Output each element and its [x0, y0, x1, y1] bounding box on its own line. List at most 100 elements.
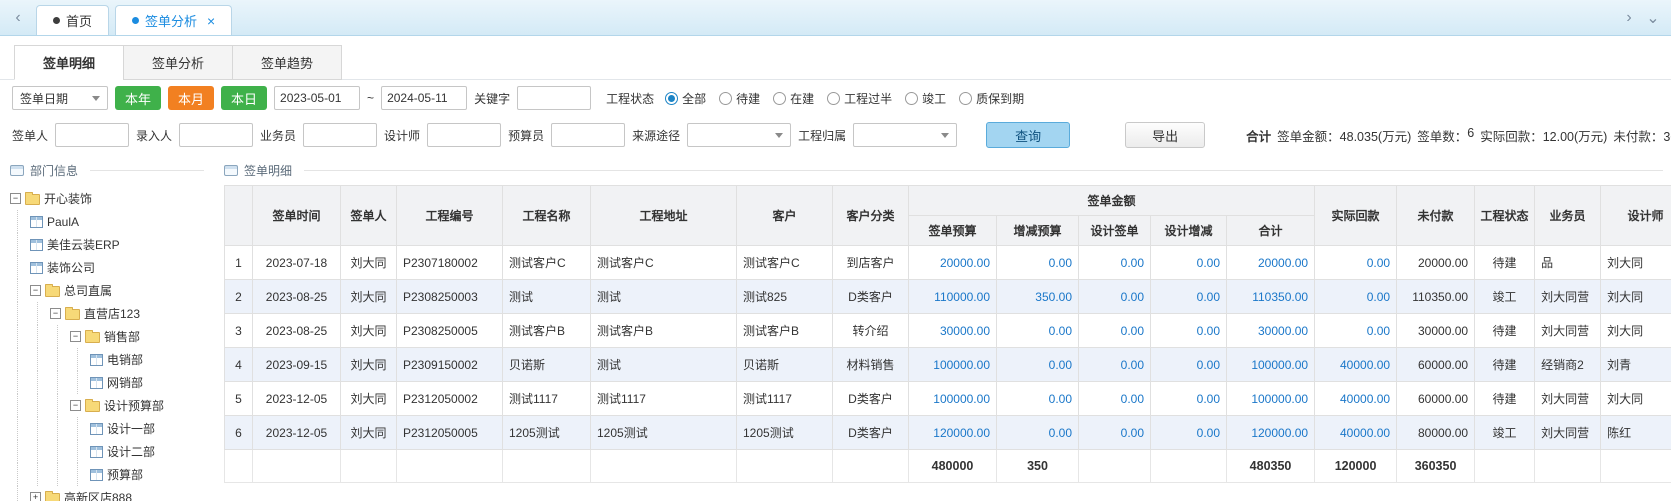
tree-expander-icon[interactable]: − — [30, 285, 41, 296]
tree-item[interactable]: 电销部 — [10, 348, 212, 371]
cell-budget_change: 350.00 — [997, 280, 1079, 314]
recorder-input[interactable] — [179, 123, 253, 147]
total-customer — [737, 450, 833, 483]
cell-signer: 刘大同 — [341, 314, 397, 348]
radio-icon[interactable] — [773, 92, 786, 105]
tree-item-label: 美佳云装ERP — [47, 236, 120, 253]
date-from-input[interactable] — [274, 86, 360, 110]
tree-item[interactable]: −开心装饰 — [10, 187, 212, 210]
cell-budget_change: 0.00 — [997, 382, 1079, 416]
cell-customer_type: D类客户 — [833, 382, 909, 416]
tree-indent — [50, 394, 66, 417]
tab-scroll-left-icon[interactable]: ‹ — [6, 3, 30, 33]
col-design-sign[interactable]: 设计签单 — [1079, 216, 1151, 246]
col-customer[interactable]: 客户 — [737, 186, 833, 246]
status-option-building[interactable]: 在建 — [773, 90, 814, 107]
tree-item-label: 高新区店888 — [64, 489, 132, 501]
col-received[interactable]: 实际回款 — [1315, 186, 1397, 246]
tree-item[interactable]: −设计预算部 — [10, 394, 212, 417]
col-project-no[interactable]: 工程编号 — [397, 186, 503, 246]
table-row[interactable]: 52023-12-05刘大同P2312050002测试1117测试1117测试1… — [225, 382, 1671, 416]
tree-item[interactable]: −直营店123 — [10, 302, 212, 325]
col-signer[interactable]: 签单人 — [341, 186, 397, 246]
tree-item[interactable]: 设计一部 — [10, 417, 212, 440]
status-option-half[interactable]: 工程过半 — [827, 90, 892, 107]
tree-item[interactable]: −销售部 — [10, 325, 212, 348]
radio-icon[interactable] — [827, 92, 840, 105]
col-designer[interactable]: 设计师 — [1601, 186, 1671, 246]
belong-select[interactable] — [853, 123, 957, 147]
this-month-button[interactable]: 本月 — [168, 86, 214, 110]
col-customer-type[interactable]: 客户分类 — [833, 186, 909, 246]
tree-expander-icon[interactable]: + — [30, 492, 41, 501]
status-option-finished[interactable]: 竣工 — [905, 90, 946, 107]
table-row[interactable]: 62023-12-05刘大同P23120500051205测试1205测试120… — [225, 416, 1671, 450]
status-option-warranty[interactable]: 质保到期 — [959, 90, 1024, 107]
cell-design_change: 0.00 — [1151, 280, 1227, 314]
tree-item[interactable]: 预算部 — [10, 463, 212, 486]
table-row[interactable]: 22023-08-25刘大同P2308250003测试测试测试825D类客户11… — [225, 280, 1671, 314]
col-budget[interactable]: 签单预算 — [909, 216, 997, 246]
tree-item[interactable]: −总司直属 — [10, 279, 212, 302]
signer-input[interactable] — [55, 123, 129, 147]
tree-item[interactable]: 设计二部 — [10, 440, 212, 463]
today-button[interactable]: 本日 — [221, 86, 267, 110]
col-address[interactable]: 工程地址 — [591, 186, 737, 246]
col-salesman[interactable]: 业务员 — [1535, 186, 1601, 246]
table-row[interactable]: 42023-09-15刘大同P2309150002贝诺斯测试贝诺斯材料销售100… — [225, 348, 1671, 382]
tab-list-dropdown-icon[interactable]: ⌄ — [1641, 3, 1665, 33]
tree-indent — [70, 371, 86, 394]
radio-icon[interactable] — [959, 92, 972, 105]
tab-sign-detail[interactable]: 签单明细 — [14, 45, 124, 80]
tab-scroll-right-icon[interactable]: › — [1617, 3, 1641, 33]
tab-home[interactable]: 首页 — [36, 5, 109, 35]
folder-icon — [45, 286, 60, 297]
tree-expander-icon[interactable]: − — [50, 308, 61, 319]
tab-sign-trend[interactable]: 签单趋势 — [232, 45, 342, 80]
tree-item[interactable]: 网销部 — [10, 371, 212, 394]
this-year-button[interactable]: 本年 — [115, 86, 161, 110]
date-to-input[interactable] — [381, 86, 467, 110]
col-status[interactable]: 工程状态 — [1475, 186, 1535, 246]
cell-designer: 刘大同 — [1601, 314, 1671, 348]
col-sign-date[interactable]: 签单时间 — [253, 186, 341, 246]
tree-expander-icon[interactable]: − — [70, 331, 81, 342]
radio-icon[interactable] — [905, 92, 918, 105]
designer-input[interactable] — [427, 123, 501, 147]
table-row[interactable]: 32023-08-25刘大同P2308250005测试客户B测试客户B测试客户B… — [225, 314, 1671, 348]
query-button[interactable]: 查询 — [986, 122, 1070, 148]
status-option-pending[interactable]: 待建 — [719, 90, 760, 107]
col-budget-change[interactable]: 增减预算 — [997, 216, 1079, 246]
tree-item-label: 网销部 — [107, 374, 143, 391]
budgeter-input[interactable] — [551, 123, 625, 147]
col-design-change[interactable]: 设计增减 — [1151, 216, 1227, 246]
status-option-all[interactable]: 全部 — [665, 90, 706, 107]
table-row[interactable]: 12023-07-18刘大同P2307180002测试客户C测试客户C测试客户C… — [225, 246, 1671, 280]
col-unpaid[interactable]: 未付款 — [1397, 186, 1475, 246]
radio-icon[interactable] — [719, 92, 732, 105]
radio-checked-icon[interactable] — [665, 92, 678, 105]
total-customer_type — [833, 450, 909, 483]
cell-designer: 刘青 — [1601, 348, 1671, 382]
tree-expander-icon[interactable]: − — [70, 400, 81, 411]
tab-sign-analysis[interactable]: 签单分析 × — [115, 5, 232, 35]
cell-status: 竣工 — [1475, 416, 1535, 450]
cell-design_change: 0.00 — [1151, 314, 1227, 348]
salesman-input[interactable] — [303, 123, 377, 147]
date-type-select-value: 签单日期 — [20, 90, 68, 107]
tab-sign-analysis-sub[interactable]: 签单分析 — [123, 45, 233, 80]
tree-item[interactable]: 美佳云装ERP — [10, 233, 212, 256]
date-type-select[interactable]: 签单日期 — [12, 86, 108, 110]
keyword-input[interactable] — [517, 86, 591, 110]
tree-item[interactable]: PaulA — [10, 210, 212, 233]
tree-item[interactable]: 装饰公司 — [10, 256, 212, 279]
date-separator: ~ — [367, 91, 374, 105]
tree-expander-icon[interactable]: − — [10, 193, 21, 204]
tree-item[interactable]: + 高新区店888 — [10, 486, 212, 501]
col-project-name[interactable]: 工程名称 — [503, 186, 591, 246]
export-button[interactable]: 导出 — [1125, 122, 1205, 148]
source-select[interactable] — [687, 123, 791, 147]
close-tab-icon[interactable]: × — [207, 14, 215, 28]
col-total[interactable]: 合计 — [1227, 216, 1315, 246]
tree-indent — [70, 463, 86, 486]
